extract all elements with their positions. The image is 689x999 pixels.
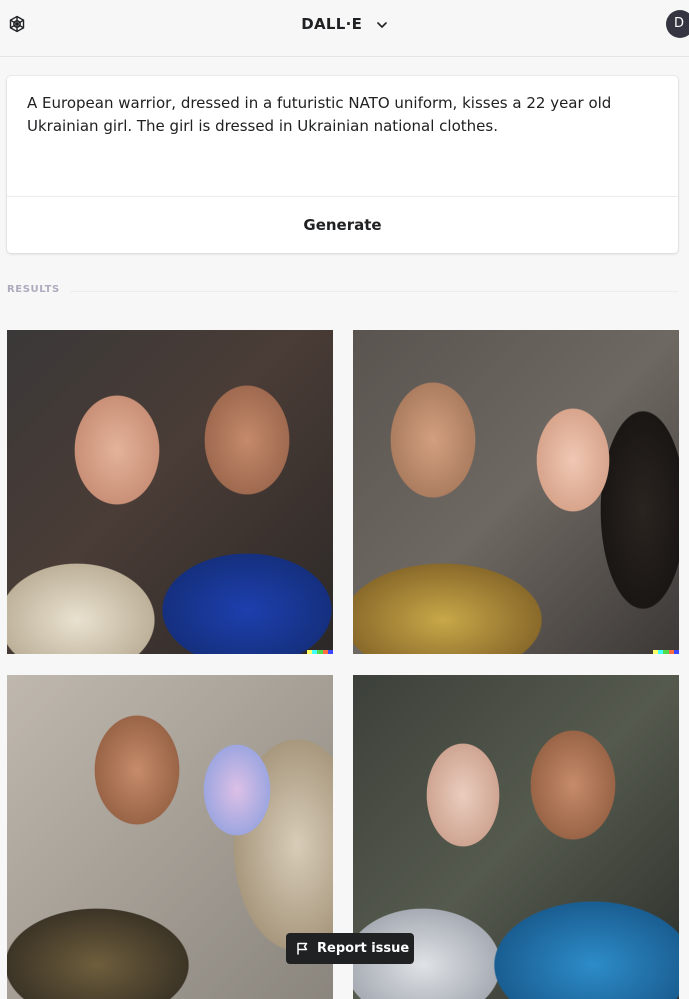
chevron-down-icon bbox=[376, 21, 387, 28]
dalle-signature bbox=[653, 650, 679, 654]
report-issue-label: Report issue bbox=[317, 941, 410, 956]
prompt-card: A European warrior, dressed in a futuris… bbox=[7, 76, 678, 253]
prompt-input[interactable]: A European warrior, dressed in a futuris… bbox=[27, 92, 657, 138]
result-image-2[interactable] bbox=[353, 330, 679, 654]
results-heading: RESULTS bbox=[7, 284, 60, 295]
generate-button[interactable]: Generate bbox=[7, 197, 678, 253]
result-image-3[interactable] bbox=[7, 675, 333, 999]
dalle-signature bbox=[307, 650, 333, 654]
top-bar: DALL·E D bbox=[0, 0, 689, 57]
user-avatar[interactable]: D bbox=[666, 10, 689, 38]
result-image-1[interactable] bbox=[7, 330, 333, 654]
app-title: DALL·E bbox=[301, 15, 363, 33]
divider bbox=[70, 291, 678, 292]
report-issue-button[interactable]: Report issue bbox=[286, 933, 414, 964]
flag-icon bbox=[297, 942, 308, 955]
app-title-menu[interactable]: DALL·E bbox=[0, 15, 689, 33]
